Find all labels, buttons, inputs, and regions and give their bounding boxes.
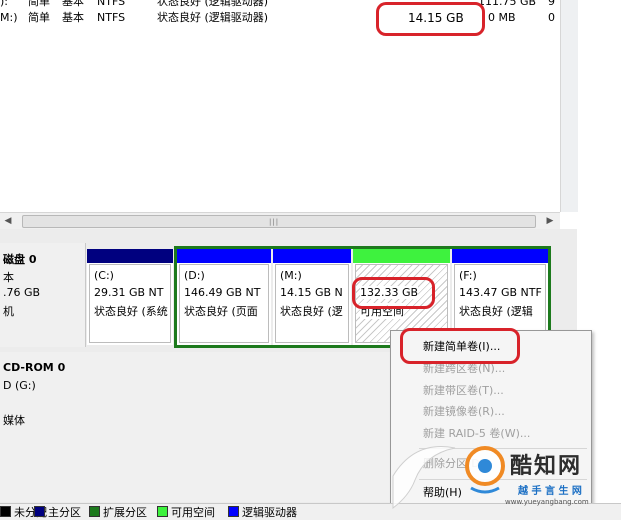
partition-label: (F:) (459, 269, 477, 282)
vertical-scrollbar[interactable] (560, 0, 578, 212)
legend-swatch-icon (157, 506, 168, 517)
legend-item: 主分区 (34, 506, 81, 519)
legend-label: 逻辑驱动器 (242, 506, 297, 519)
legend-label: 可用空间 (171, 506, 215, 519)
watermark-tagline: 越 手 言 生 网 (518, 486, 582, 497)
partition-box: (M:) 14.15 GB N 状态良好 (逻 (275, 264, 349, 343)
volume-status: 状态良好 (逻辑驱动器) (157, 0, 269, 8)
menu-new-striped-volume[interactable]: 新建带区卷(T)... (423, 381, 504, 401)
volume-name: M:) (0, 11, 18, 24)
cdrom-title: CD-ROM 0 (3, 361, 66, 374)
legend-swatch-icon (89, 506, 100, 517)
highlight-oval (352, 277, 435, 309)
partition-m[interactable]: (M:) 14.15 GB N 状态良好 (逻 (273, 249, 351, 345)
scroll-right-icon[interactable]: ▶ (542, 213, 558, 229)
highlight-oval (376, 2, 485, 36)
volume-free: 0 MB (488, 11, 516, 24)
watermark-brand: 酷知网 (510, 454, 583, 479)
watermark-url: www.yueyangbang.com (505, 498, 589, 506)
legend-swatch-icon (228, 506, 239, 517)
menu-new-mirrored-volume[interactable]: 新建镜像卷(R)... (423, 402, 505, 422)
cdrom-drive: D (G:) (3, 379, 36, 392)
scroll-thumb[interactable]: ||| (22, 215, 536, 228)
partition-box: (D:) 146.49 GB NT 状态良好 (页面 (179, 264, 269, 343)
volume-type: 基本 (62, 0, 84, 8)
disk-type: 本 (3, 271, 14, 284)
scroll-left-icon[interactable]: ◀ (0, 213, 16, 229)
partition-status: 状态良好 (系统 (94, 305, 168, 318)
disk-size: .76 GB (3, 286, 41, 299)
partition-size: 146.49 GB NT (184, 286, 261, 299)
legend-label: 主分区 (48, 506, 81, 519)
partition-label: (M:) (280, 269, 302, 282)
watermark: 酷知网 越 手 言 生 网 www.yueyangbang.com (385, 436, 621, 516)
primary-partition-bar (87, 249, 173, 263)
logical-drive-bar (273, 249, 351, 263)
volume-layout: 简单 (28, 11, 50, 24)
volume-pct: 9 (548, 0, 555, 8)
legend-item: 逻辑驱动器 (228, 506, 297, 519)
volume-status: 状态良好 (逻辑驱动器) (157, 11, 269, 24)
partition-status: 状态良好 (页面 (184, 305, 258, 318)
volume-layout: 简单 (28, 0, 50, 8)
partition-c[interactable]: (C:) 29.31 GB NT 状态良好 (系统 (87, 249, 173, 345)
partition-d[interactable]: (D:) 146.49 GB NT 状态良好 (页面 (177, 249, 271, 345)
partition-size: 14.15 GB N (280, 286, 343, 299)
partition-status: 状态良好 (逻 (280, 305, 343, 318)
highlight-oval (400, 328, 520, 364)
legend-swatch-icon (0, 506, 11, 517)
volume-fs: NTFS (97, 11, 126, 24)
volume-pct: 0 (548, 11, 555, 24)
legend-item: 扩展分区 (89, 506, 147, 519)
logical-drive-bar (452, 249, 548, 263)
volume-name: ): (0, 0, 8, 8)
legend-item: 可用空间 (157, 506, 215, 519)
horizontal-scrollbar[interactable]: ◀ ||| ▶ (0, 212, 560, 230)
partition-label: (D:) (184, 269, 205, 282)
volume-fs: NTFS (97, 0, 126, 8)
partition-size: 29.31 GB NT (94, 286, 164, 299)
volume-list: ): 简单 基本 NTFS 状态良好 (逻辑驱动器) 111.75 GB 9 M… (0, 0, 560, 212)
cdrom-media: 媒体 (3, 414, 25, 427)
disk-status: 机 (3, 305, 14, 318)
partition-size: 143.47 GB NTF (459, 286, 542, 299)
logical-drive-bar (177, 249, 271, 263)
volume-free: 111.75 GB (478, 0, 537, 8)
free-space-bar (353, 249, 450, 263)
disk-0-label[interactable]: 磁盘 0 本 .76 GB 机 (0, 243, 86, 347)
partition-status: 状态良好 (逻辑 (459, 305, 533, 318)
partition-label: (C:) (94, 269, 114, 282)
grip-icon: ||| (269, 218, 280, 226)
disk-title: 磁盘 0 (3, 253, 37, 266)
partition-box: (C:) 29.31 GB NT 状态良好 (系统 (89, 264, 171, 343)
legend-swatch-icon (34, 506, 45, 517)
volume-type: 基本 (62, 11, 84, 24)
legend-label: 扩展分区 (103, 506, 147, 519)
